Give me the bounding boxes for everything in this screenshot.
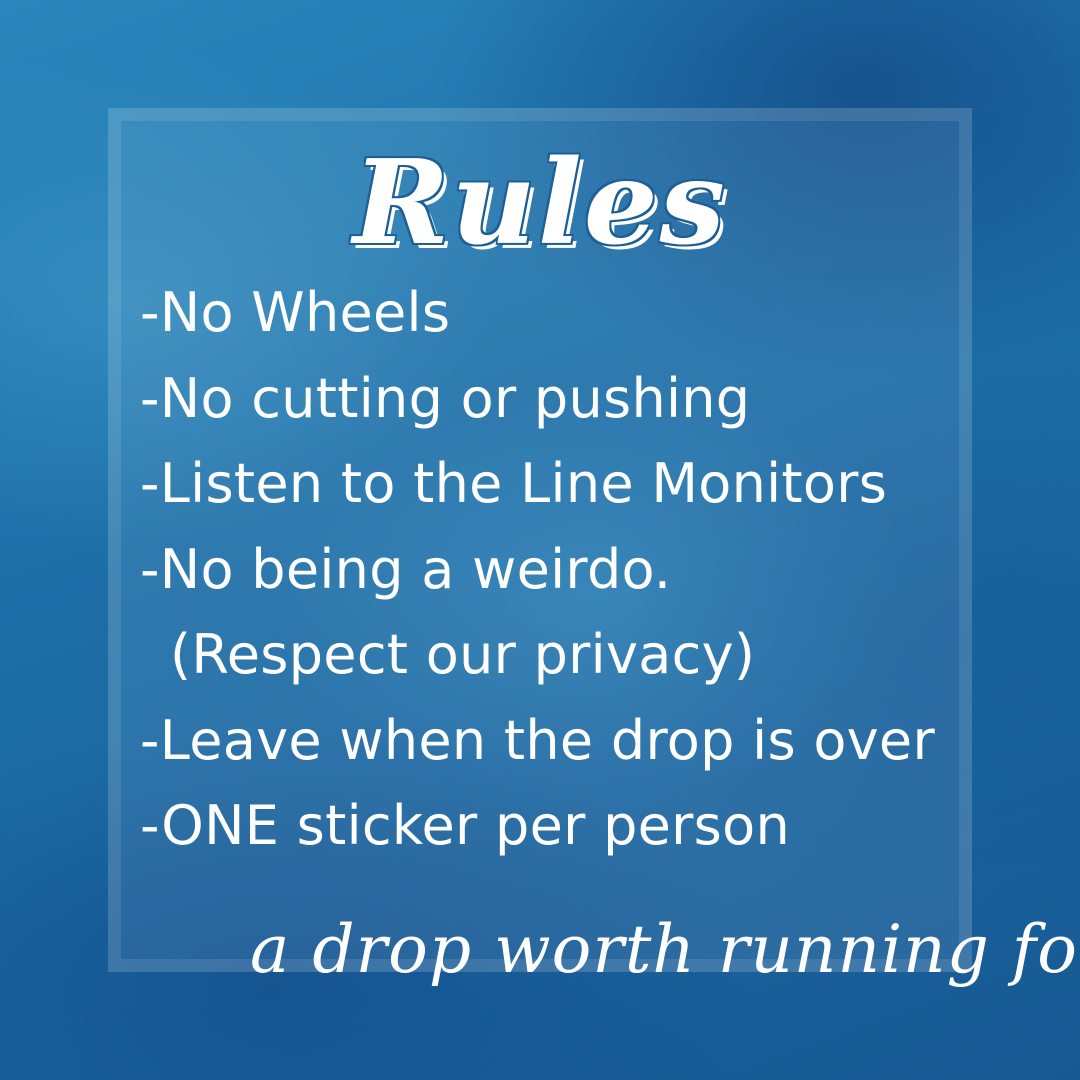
rule-respect-privacy: (Respect our privacy) [170,623,756,686]
page-title: Rules [353,135,727,271]
rule-one-sticker: -ONE sticker per person [140,794,790,857]
tagline: a drop worth running for [250,911,1080,988]
rule-no-weirdo: -No being a weirdo. [140,537,672,601]
rule-leave-when-over: -Leave when the drop is over [140,708,935,772]
rule-listen-monitors: -Listen to the Line Monitors [140,452,888,515]
rule-no-wheels: -No Wheels [140,281,451,344]
rule-no-cutting: -No cutting or pushing [140,366,751,430]
rules-list: -No Wheels -No cutting or pushing -Liste… [140,270,935,869]
